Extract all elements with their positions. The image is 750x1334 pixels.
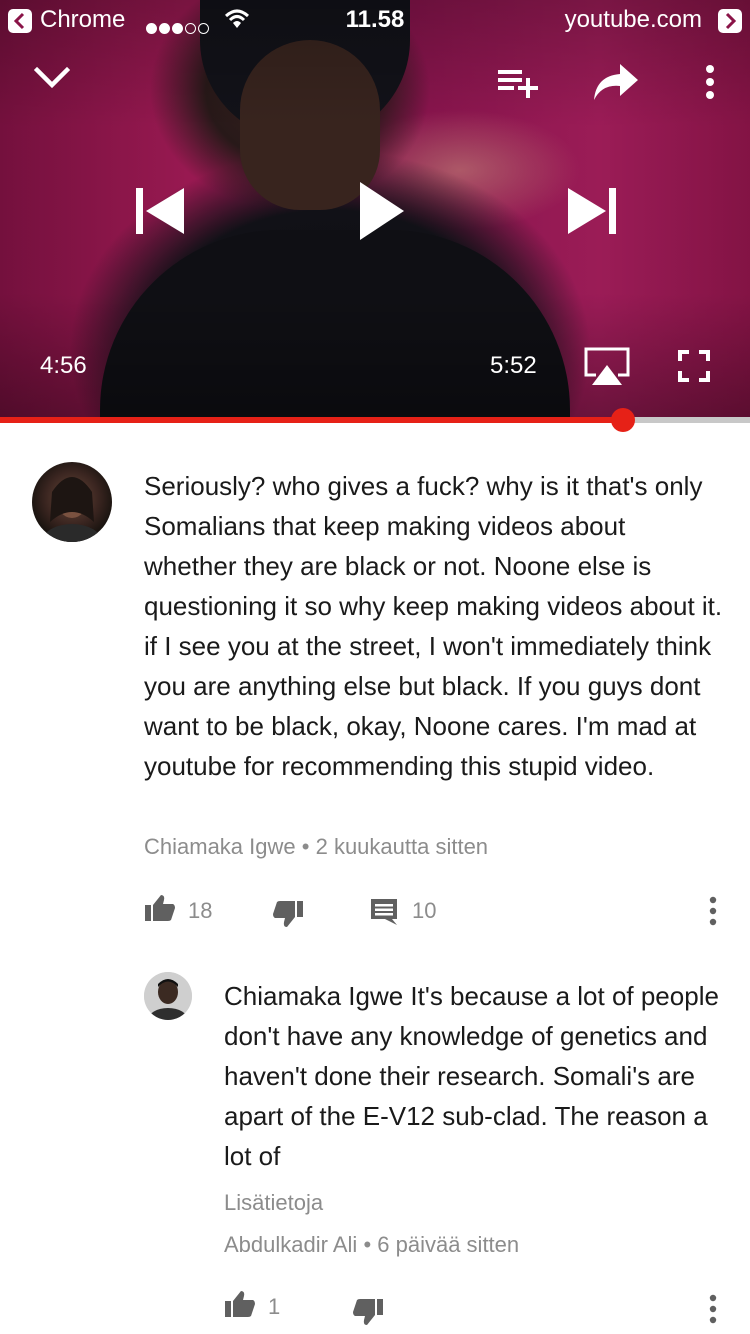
previous-track-icon[interactable] [134,186,186,241]
reply-like-icon[interactable] [224,1290,256,1323]
progress-scrubber[interactable] [610,408,635,432]
reply-author-avatar[interactable] [144,972,192,1020]
reply-text: Chiamaka Igwe It's because a lot of peop… [224,981,719,1171]
status-bar: Chrome 11.58 youtube.com [0,0,750,40]
like-icon[interactable] [144,894,176,927]
like-count: 18 [188,898,213,923]
reply-count: 10 [412,898,437,923]
reply-author[interactable]: Abdulkadir Ali [224,1232,357,1257]
video-player[interactable]: Chrome 11.58 youtube.com 4:56 5:52 [0,0,750,420]
airplay-icon[interactable] [584,347,630,392]
current-time: 4:56 [40,352,87,379]
duration: 5:52 [490,352,537,379]
dislike-icon[interactable] [272,900,304,933]
comment-author[interactable]: Chiamaka Igwe [144,834,296,859]
reply-time: 6 päivää sitten [377,1232,520,1257]
commenter-avatar[interactable] [32,462,112,542]
add-to-playlist-icon[interactable] [496,66,540,103]
comment-time: 2 kuukautta sitten [315,834,489,859]
reply-dislike-icon[interactable] [352,1298,384,1331]
forward-icon[interactable] [718,9,742,33]
reply-more-options-icon[interactable] [708,1294,718,1329]
progress-bar-fill [0,417,623,423]
status-url: youtube.com [564,6,702,33]
progress-bar[interactable] [0,417,750,423]
meta-separator: • [301,834,316,859]
share-icon[interactable] [592,62,640,107]
fullscreen-icon[interactable] [678,350,710,387]
next-track-icon[interactable] [566,186,618,241]
reply-meta: Abdulkadir Ali • 6 päivää sitten [224,1232,519,1258]
play-icon[interactable] [358,180,406,247]
read-more-link[interactable]: Lisätietoja [224,1190,323,1216]
comment-more-options-icon[interactable] [708,896,718,931]
more-options-icon[interactable] [704,64,716,105]
meta-separator: • [363,1232,378,1257]
reply-comment-icon[interactable] [370,898,398,931]
comment-meta: Chiamaka Igwe • 2 kuukautta sitten [144,834,488,860]
minimize-chevron-down-icon[interactable] [33,66,71,95]
comment-text: Seriously? who gives a fuck? why is it t… [144,471,723,781]
reply-like-count: 1 [268,1294,281,1319]
